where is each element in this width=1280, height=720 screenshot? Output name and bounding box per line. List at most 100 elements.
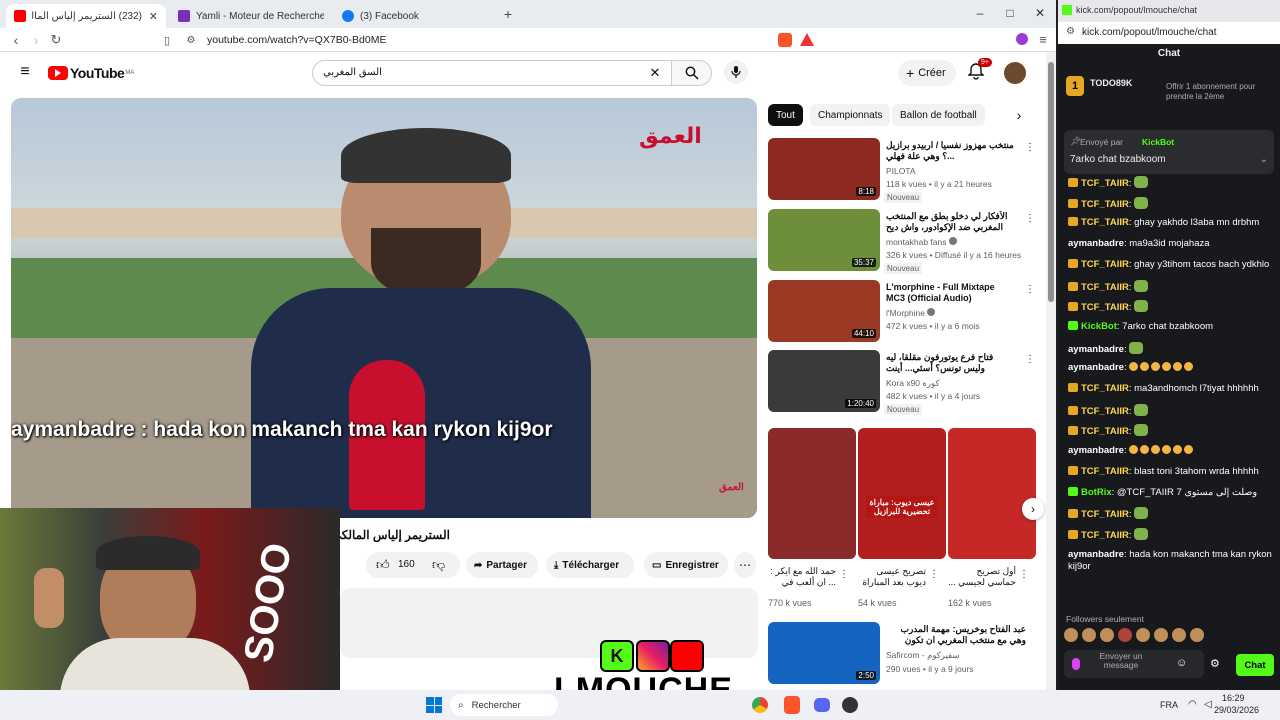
chrome-icon[interactable] [752, 697, 768, 713]
rec-channel-row[interactable]: l'Morphine [886, 308, 936, 318]
emote-icon[interactable] [1172, 628, 1186, 642]
emote-icon[interactable] [1118, 628, 1132, 642]
chat-username[interactable]: TCF_TAIIR [1081, 466, 1129, 477]
more-vert-icon[interactable]: ⋮ [1025, 282, 1035, 296]
chevron-down-icon[interactable]: ⌄ [1260, 154, 1268, 165]
chat-username[interactable]: TCF_TAIIR [1081, 199, 1129, 210]
rec-title[interactable]: الأفكار لي دخلو بطق مع المنتخب المغربي ض… [886, 211, 1016, 233]
more-actions-button[interactable]: ⋯ [734, 552, 756, 578]
short-thumbnail[interactable] [948, 428, 1036, 559]
chat-username[interactable]: TCF_TAIIR [1081, 259, 1129, 270]
language-indicator[interactable]: FRA [1160, 700, 1178, 710]
reload-icon[interactable]: ↻ [48, 32, 64, 48]
tab-yamli[interactable]: Yamli - Moteur de Recherche Arabe [170, 4, 332, 28]
chat-username[interactable]: TCF_TAIIR [1081, 178, 1129, 189]
microphone-icon[interactable] [1072, 658, 1080, 670]
chat-username[interactable]: KickBot [1081, 321, 1117, 332]
last-rec-title[interactable]: عبد الفتاح بوخريس: مهمة المدرب وهي مع من… [886, 624, 1026, 646]
rec-title[interactable]: L'morphine - Full Mixtape MC3 (Official … [886, 282, 1016, 304]
chat-username[interactable]: aymanbadre [1068, 238, 1124, 249]
search-input[interactable]: السق المغربي ✕ [312, 60, 672, 86]
download-button[interactable]: ⤓ Télécharger [546, 552, 634, 578]
chat-username[interactable]: TCF_TAIIR [1081, 426, 1129, 437]
chat-username[interactable]: TCF_TAIIR [1081, 406, 1129, 417]
wifi-icon[interactable]: ◠ [1188, 699, 1197, 710]
clock-time[interactable]: 16:29 [1222, 693, 1245, 703]
clock-date[interactable]: 29/03/2026 [1214, 705, 1259, 715]
bookmark-icon[interactable]: ▯ [160, 32, 174, 48]
more-vert-icon[interactable]: ⋮ [1025, 352, 1035, 366]
chat-username[interactable]: TCF_TAIIR [1081, 509, 1129, 520]
short-title[interactable]: تصريح عيسى ديوب بعد المباراة [858, 566, 926, 588]
volume-icon[interactable]: ◁ [1204, 699, 1212, 710]
chip-championnats[interactable]: Championnats [810, 104, 891, 126]
chat-username[interactable]: TCF_TAIIR [1081, 217, 1129, 228]
brave-rewards-icon[interactable] [800, 33, 814, 46]
chat-username[interactable]: TCF_TAIIR [1081, 530, 1129, 541]
discord-icon[interactable] [814, 698, 830, 712]
send-chat-button[interactable]: Chat [1236, 654, 1274, 676]
chip-ballon[interactable]: Ballon de football [892, 104, 985, 126]
dislike-icon[interactable]: 👎︎ [432, 557, 445, 573]
short-title[interactable]: أول تصريح حماسي لجيسي ... [948, 566, 1016, 588]
site-info-icon[interactable]: ⚙ [1066, 26, 1075, 37]
new-tab-button[interactable]: + [500, 6, 516, 22]
rec-thumbnail[interactable]: 35:37 [768, 209, 880, 271]
rec-channel-row[interactable]: PILOTA [886, 166, 916, 176]
menu-icon[interactable]: ≡ [1036, 31, 1050, 47]
forward-icon[interactable]: › [28, 32, 44, 48]
rec-channel-row[interactable]: montakhab fans [886, 237, 957, 247]
pinned-message[interactable]: 📌︎ Envoyé par KickBot 7arko chat bzabkoo… [1064, 130, 1274, 174]
windows-start-icon[interactable] [426, 697, 442, 713]
minimize-button[interactable]: – [970, 4, 990, 22]
close-window-button[interactable]: ✕ [1030, 4, 1050, 22]
gift-sub-offer[interactable]: Offrir 1 abonnement pour prendre la 2ème [1166, 82, 1270, 102]
chat-username[interactable]: TCF_TAIIR [1081, 302, 1129, 313]
short-thumbnail[interactable] [768, 428, 856, 559]
search-button[interactable] [672, 60, 712, 86]
chat-username[interactable]: BotRix [1081, 487, 1112, 498]
emoji-icon[interactable]: ☺ [1176, 657, 1187, 669]
rec-title[interactable]: منتخب مهزوز نفسيا / اربيدو برازيل ؟ وهي … [886, 140, 1016, 162]
more-vert-icon[interactable]: ⋮ [1025, 140, 1035, 154]
create-button[interactable]: + Créer [898, 60, 956, 86]
emote-icon[interactable] [1190, 628, 1204, 642]
chip-tout[interactable]: Tout [768, 104, 803, 126]
clear-search-icon[interactable]: ✕ [647, 65, 663, 81]
brave-icon[interactable] [784, 696, 800, 714]
more-vert-icon[interactable]: ⋮ [839, 568, 849, 580]
more-vert-icon[interactable]: ⋮ [1019, 568, 1029, 580]
emote-icon[interactable] [1064, 628, 1078, 642]
tab-youtube[interactable]: (232) الستريمر إلياس المالكي يتعو ✕ [6, 4, 166, 28]
rec-title[interactable]: فتاح فرع يوتورفون مقلقا، ليه وليس تونس؟ … [886, 352, 1016, 374]
short-thumbnail[interactable] [858, 428, 946, 559]
mic-button[interactable] [724, 60, 748, 84]
settings-icon[interactable]: ⚙ [1210, 657, 1220, 670]
site-info-icon[interactable]: ⚙ [184, 32, 198, 48]
emote-icon[interactable] [1154, 628, 1168, 642]
shorts-next-button[interactable]: › [1022, 498, 1044, 520]
hamburger-menu-icon[interactable]: ≡ [16, 63, 34, 80]
chat-username[interactable]: TCF_TAIIR [1081, 383, 1129, 394]
pinned-by-user[interactable]: KickBot [1142, 137, 1174, 147]
share-button[interactable]: ➦ Partager [466, 552, 538, 578]
like-icon[interactable]: 👍︎ [376, 557, 390, 573]
save-button[interactable]: ▭ Enregistrer [644, 552, 728, 578]
chat-username[interactable]: aymanbadre [1068, 445, 1124, 456]
emote-icon[interactable] [1100, 628, 1114, 642]
last-rec-channel[interactable]: Safircom - سفيركوم [886, 650, 959, 661]
emote-icon[interactable] [1136, 628, 1150, 642]
short-title[interactable]: حمد الله مع ايكر : ... ان ألعب في [768, 566, 836, 588]
more-vert-icon[interactable]: ⋮ [1025, 211, 1035, 225]
url-text[interactable]: youtube.com/watch?v=QX7B0-Bd0ME [207, 34, 386, 46]
rec-thumbnail[interactable]: 1:20:40 [768, 350, 880, 412]
chat-input[interactable]: Envoyer un message ☺ [1064, 650, 1204, 678]
top-gifter-name[interactable]: TODO89K [1090, 78, 1132, 88]
close-tab-icon[interactable]: ✕ [149, 10, 158, 23]
notifications-button[interactable]: 9+ [967, 58, 992, 82]
leo-ai-icon[interactable] [1016, 33, 1028, 45]
chat-username[interactable]: aymanbadre [1068, 344, 1124, 355]
chat-username[interactable]: aymanbadre [1068, 362, 1124, 373]
back-icon[interactable]: ‹ [8, 32, 24, 48]
kick-url[interactable]: kick.com/popout/lmouche/chat [1082, 27, 1217, 38]
